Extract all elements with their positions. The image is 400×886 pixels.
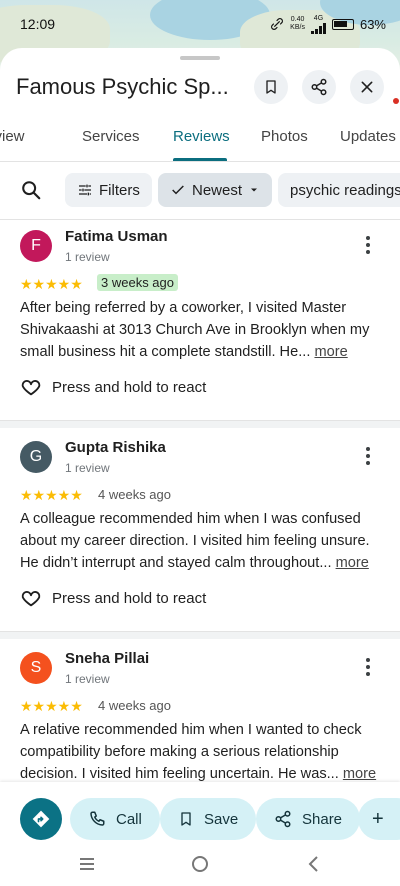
topic-chip[interactable]: psychic readings bbox=[278, 173, 400, 207]
review-text: A colleague recommended him when I was c… bbox=[20, 511, 370, 571]
directions-icon bbox=[32, 810, 50, 828]
reviewer-name[interactable]: Gupta Rishika bbox=[65, 439, 166, 456]
net-speed: 0.40 KB/s bbox=[290, 16, 305, 31]
review-filter-row: Filters Newest psychic readings bbox=[0, 172, 400, 208]
battery-icon bbox=[331, 18, 354, 30]
react-button[interactable]: Press and hold to react bbox=[20, 376, 206, 398]
title-row: Famous Psychic Sp... bbox=[16, 68, 384, 106]
search-icon bbox=[22, 181, 41, 200]
share-label: Share bbox=[302, 810, 343, 828]
save-label: Save bbox=[204, 810, 239, 828]
review-time: 3 weeks ago bbox=[97, 274, 178, 291]
sheet-drag-handle[interactable] bbox=[180, 56, 220, 60]
save-button[interactable]: Save bbox=[160, 798, 257, 840]
reviewer-name[interactable]: Sneha Pillai bbox=[65, 650, 149, 667]
active-tab-indicator bbox=[173, 158, 227, 161]
signal-icon bbox=[310, 22, 326, 34]
tab-updates[interactable]: Updates bbox=[340, 128, 396, 145]
more-options-button[interactable] bbox=[360, 446, 376, 466]
review-count: 1 review bbox=[65, 672, 110, 686]
review-card: G Gupta Rishika 1 review ★★★★★ 4 weeks a… bbox=[0, 431, 400, 631]
share-icon bbox=[275, 810, 291, 828]
call-label: Call bbox=[116, 810, 142, 828]
star-rating: ★★★★★ bbox=[20, 487, 83, 503]
recent-apps-icon[interactable] bbox=[78, 856, 96, 872]
review-text: A relative recommended him when I wanted… bbox=[20, 722, 377, 782]
more-link[interactable]: more bbox=[336, 555, 369, 571]
topic-label: psychic readings bbox=[290, 181, 400, 199]
star-rating: ★★★★★ bbox=[20, 698, 83, 714]
share-button[interactable]: Share bbox=[256, 798, 361, 840]
place-sheet: Famous Psychic Sp... Overview Services R… bbox=[0, 48, 400, 886]
battery-percent: 63% bbox=[359, 16, 386, 32]
review-time: 4 weeks ago bbox=[98, 698, 171, 713]
heart-icon bbox=[21, 591, 41, 607]
review-text: After being referred by a coworker, I vi… bbox=[20, 300, 370, 360]
review-time: 4 weeks ago bbox=[98, 487, 171, 502]
check-icon bbox=[172, 185, 184, 195]
back-icon[interactable] bbox=[306, 855, 320, 873]
search-reviews-button[interactable] bbox=[20, 179, 42, 206]
more-actions-button[interactable]: + bbox=[358, 798, 400, 840]
network-type: 4G bbox=[310, 15, 326, 34]
share-icon bbox=[311, 78, 327, 96]
filters-chip[interactable]: Filters bbox=[65, 173, 152, 207]
tune-icon bbox=[79, 184, 91, 196]
status-bar: 12:09 0.40 KB/s 4G 63% bbox=[0, 0, 400, 48]
star-rating: ★★★★★ bbox=[20, 276, 83, 292]
react-label: Press and hold to react bbox=[52, 589, 207, 607]
heart-icon bbox=[21, 380, 41, 396]
more-actions-label: + bbox=[372, 807, 384, 830]
review-card: F Fatima Usman 1 review ★★★★★ 3 weeks ag… bbox=[0, 220, 400, 420]
tab-bar: Overview Services Reviews Photos Updates bbox=[0, 118, 400, 162]
review-count: 1 review bbox=[65, 250, 110, 264]
more-link[interactable]: more bbox=[314, 344, 347, 360]
sort-label: Newest bbox=[192, 181, 243, 199]
avatar[interactable]: G bbox=[20, 441, 52, 473]
more-options-button[interactable] bbox=[360, 657, 376, 677]
status-icons: 0.40 KB/s 4G 63% bbox=[270, 15, 386, 34]
close-icon bbox=[361, 81, 373, 93]
updates-notification-dot bbox=[393, 98, 399, 104]
more-options-button[interactable] bbox=[360, 235, 376, 255]
review-card: S Sneha Pillai 1 review ★★★★★ 4 weeks ag… bbox=[0, 642, 400, 792]
react-label: Press and hold to react bbox=[52, 378, 207, 396]
status-time: 12:09 bbox=[20, 16, 56, 32]
action-bar: Call Save Share + bbox=[0, 782, 400, 842]
bookmark-icon bbox=[266, 80, 276, 94]
tab-overview[interactable]: Overview bbox=[0, 128, 25, 145]
reviewer-name[interactable]: Fatima Usman bbox=[65, 228, 168, 245]
review-separator bbox=[0, 420, 400, 428]
tab-photos[interactable]: Photos bbox=[261, 128, 308, 145]
filters-label: Filters bbox=[99, 181, 140, 199]
hotspot-link-icon bbox=[271, 18, 284, 30]
system-nav-bar bbox=[0, 842, 400, 886]
more-link[interactable]: more bbox=[343, 766, 376, 782]
phone-icon bbox=[90, 811, 105, 826]
react-button[interactable]: Press and hold to react bbox=[20, 587, 206, 609]
avatar[interactable]: F bbox=[20, 230, 52, 262]
tab-services[interactable]: Services bbox=[82, 128, 140, 145]
directions-button[interactable] bbox=[20, 798, 62, 840]
dropdown-arrow-icon bbox=[251, 188, 258, 192]
place-title: Famous Psychic Sp... bbox=[16, 74, 229, 99]
review-separator bbox=[0, 631, 400, 639]
share-place-button[interactable] bbox=[302, 70, 336, 104]
call-button[interactable]: Call bbox=[70, 798, 160, 840]
sort-newest-chip[interactable]: Newest bbox=[158, 173, 273, 207]
home-icon[interactable] bbox=[191, 855, 209, 873]
tab-reviews[interactable]: Reviews bbox=[173, 128, 230, 145]
bookmark-icon bbox=[181, 812, 191, 826]
review-count: 1 review bbox=[65, 461, 110, 475]
save-place-button[interactable] bbox=[254, 70, 288, 104]
close-button[interactable] bbox=[350, 70, 384, 104]
avatar[interactable]: S bbox=[20, 652, 52, 684]
